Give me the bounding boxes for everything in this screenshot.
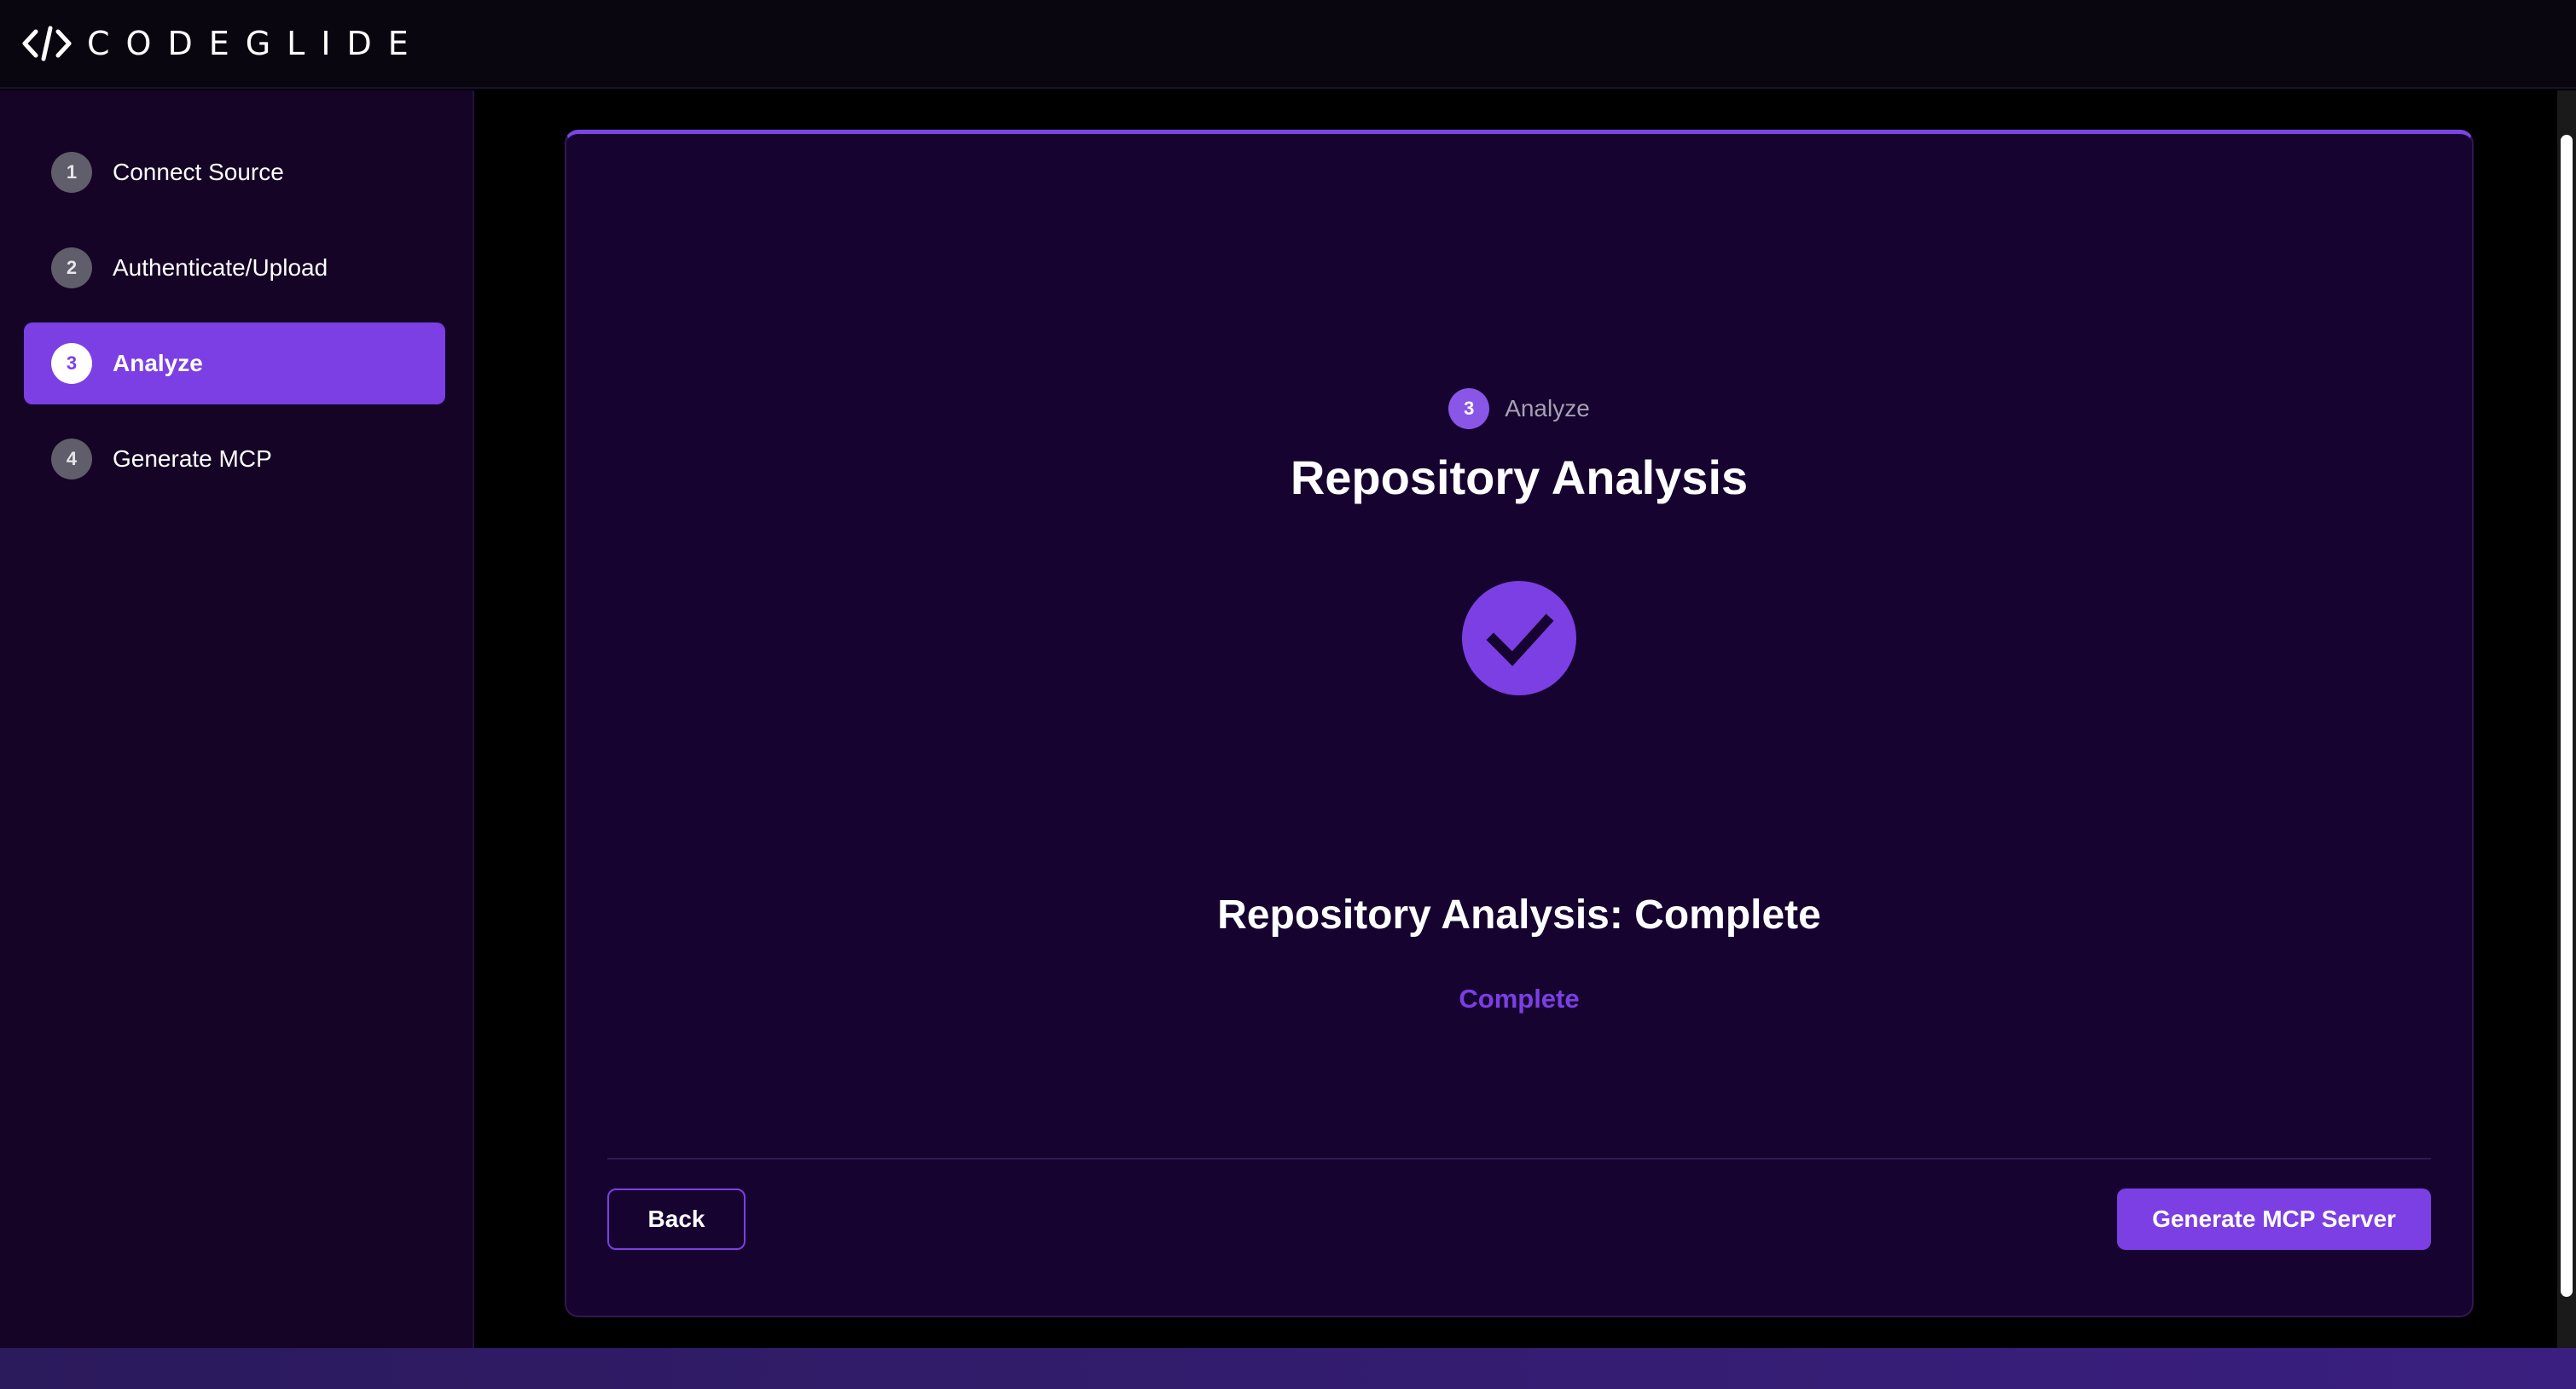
footer-divider: [607, 1158, 2431, 1159]
top-bar: CODEGLIDE: [0, 0, 2576, 89]
vertical-scrollbar[interactable]: [2557, 90, 2576, 1348]
step-sidebar: 1 Connect Source 2 Authenticate/Upload 3…: [0, 90, 474, 1348]
analysis-card: 3 Analyze Repository Analysis Repository…: [565, 130, 2474, 1317]
step-number: 2: [51, 247, 92, 288]
step-badge-number: 3: [1448, 388, 1490, 429]
sidebar-item-label: Analyze: [113, 350, 203, 376]
step-badge: 3 Analyze: [566, 388, 2472, 429]
step-badge-label: Analyze: [1505, 395, 1590, 421]
step-number: 1: [51, 152, 92, 193]
scrollbar-thumb[interactable]: [2561, 135, 2573, 1297]
sidebar-item-authenticate-upload[interactable]: 2 Authenticate/Upload: [24, 227, 445, 309]
back-button[interactable]: Back: [607, 1188, 746, 1250]
brand-name: CODEGLIDE: [87, 25, 425, 62]
bottom-strip: [0, 1348, 2576, 1389]
sidebar-item-analyze[interactable]: 3 Analyze: [24, 323, 445, 404]
sidebar-item-label: Generate MCP: [113, 445, 272, 472]
analysis-status-heading: Repository Analysis: Complete: [1217, 892, 1821, 938]
code-brackets-icon: [22, 26, 72, 61]
status-text: Complete: [1459, 984, 1580, 1014]
brand-logo[interactable]: CODEGLIDE: [22, 25, 425, 62]
checkmark-icon: [1486, 613, 1554, 666]
sidebar-item-label: Authenticate/Upload: [113, 254, 328, 281]
step-number: 3: [51, 343, 92, 384]
page-title: Repository Analysis: [1290, 450, 1749, 504]
sidebar-item-connect-source[interactable]: 1 Connect Source: [24, 131, 445, 213]
sidebar-item-label: Connect Source: [113, 159, 284, 185]
check-circle-icon: [1462, 581, 1576, 695]
step-number: 4: [51, 439, 92, 479]
sidebar-item-generate-mcp[interactable]: 4 Generate MCP: [24, 418, 445, 500]
generate-mcp-server-button[interactable]: Generate MCP Server: [2117, 1188, 2431, 1250]
